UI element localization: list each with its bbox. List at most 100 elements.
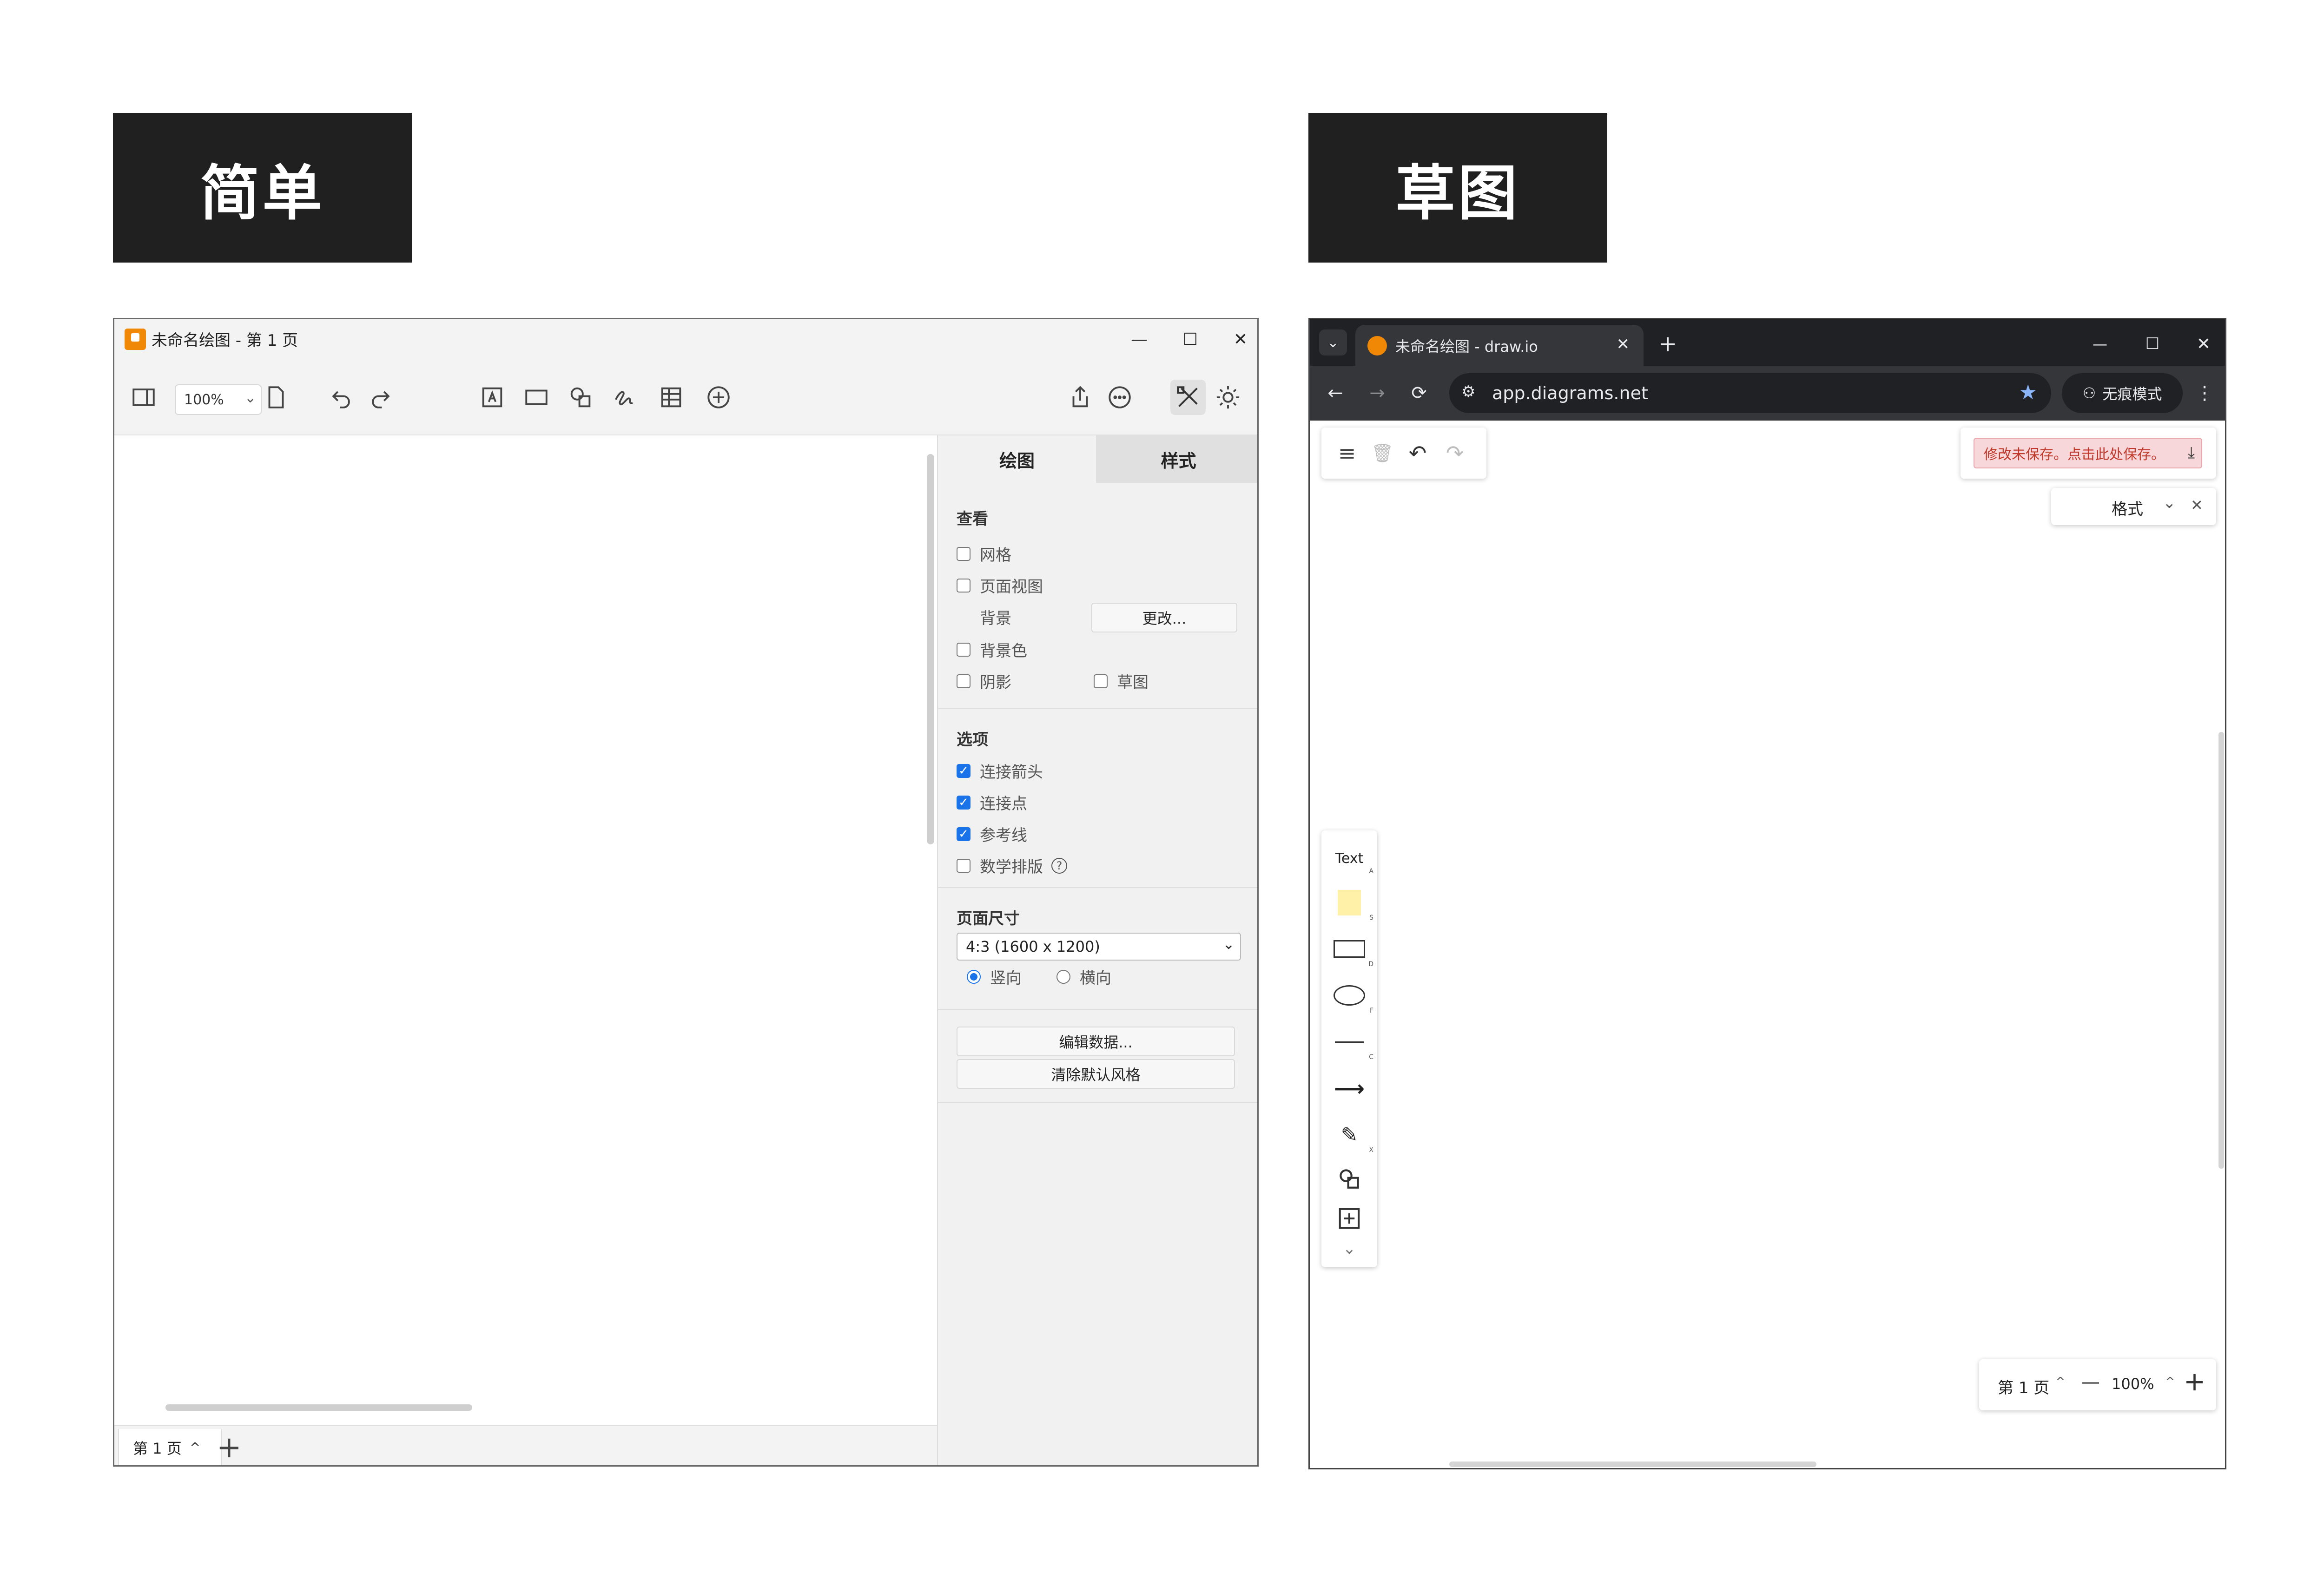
rectangle-tool[interactable]: D <box>1321 928 1377 970</box>
landscape-radio[interactable] <box>1056 969 1070 984</box>
check-icon[interactable]: ✓ <box>957 827 971 841</box>
more-icon[interactable] <box>1102 380 1137 415</box>
math-option[interactable]: 数学排版 ? <box>957 854 1067 877</box>
background-color-checkbox[interactable] <box>957 642 971 657</box>
sketch-checkbox[interactable] <box>1094 674 1108 688</box>
page-tab[interactable]: 第 1 页 ^ <box>118 1429 222 1465</box>
chevron-up-icon[interactable]: ^ <box>2165 1375 2175 1389</box>
shadow-option[interactable]: 阴影 <box>957 670 1011 692</box>
maximize-button[interactable]: ☐ <box>1167 324 1214 355</box>
text-icon[interactable] <box>475 380 510 415</box>
ellipse-tool[interactable]: F <box>1321 974 1377 1016</box>
page-selector[interactable]: 第 1 页 <box>1998 1375 2049 1398</box>
share-icon[interactable] <box>1063 380 1098 415</box>
minimize-button[interactable]: — <box>2079 328 2121 360</box>
drawing-canvas[interactable] <box>114 435 933 1425</box>
zoom-value: 100% <box>184 391 224 408</box>
close-button[interactable]: ✕ <box>1217 324 1257 355</box>
grid-checkbox[interactable] <box>957 546 971 561</box>
horizontal-scrollbar-thumb[interactable] <box>1449 1462 1816 1467</box>
connect-arrows-option[interactable]: ✓ 连接箭头 <box>957 759 1043 782</box>
help-icon[interactable]: ? <box>1051 857 1067 874</box>
browser-tab[interactable]: 未命名绘图 - draw.io ✕ <box>1355 325 1644 367</box>
unsaved-changes-notice[interactable]: 修改未保存。点击此处保存。 ⤓ <box>1974 438 2202 468</box>
rectangle-icon[interactable] <box>519 380 554 415</box>
theme-icon[interactable] <box>1210 380 1246 415</box>
minimize-button[interactable]: — <box>1116 324 1162 355</box>
guides-option[interactable]: ✓ 参考线 <box>957 823 1027 845</box>
freehand-icon[interactable] <box>607 380 642 415</box>
undo-icon[interactable]: ↶ <box>1402 438 1433 468</box>
tab-close-icon[interactable]: ✕ <box>1617 335 1630 354</box>
format-dropdown[interactable]: 格式 ⌄ ✕ <box>2051 488 2216 525</box>
background-color-option[interactable]: 背景色 <box>957 638 1027 661</box>
portrait-option[interactable]: 竖向 <box>967 965 1022 988</box>
check-icon[interactable]: ✓ <box>957 795 971 810</box>
shapes-tool[interactable] <box>1321 1160 1377 1198</box>
freehand-icon: ✎ <box>1340 1123 1358 1147</box>
insert-tool[interactable] <box>1321 1200 1377 1237</box>
expand-tools-chevron-icon[interactable]: ⌄ <box>1321 1235 1377 1263</box>
options-heading: 选项 <box>957 731 988 749</box>
site-info-icon[interactable]: ⚙ <box>1461 382 1475 401</box>
tab-style[interactable]: 样式 <box>1096 435 1257 483</box>
grid-option[interactable]: 网格 <box>957 542 1011 565</box>
arrow-tool[interactable]: ⟶ <box>1321 1067 1377 1109</box>
reload-icon[interactable]: ⟳ <box>1403 377 1435 409</box>
math-checkbox[interactable] <box>957 858 971 873</box>
shapes-icon[interactable] <box>563 380 598 415</box>
menu-icon[interactable]: ≡ <box>1332 438 1362 468</box>
zoom-out-button[interactable]: — <box>2081 1371 2100 1393</box>
freehand-tool[interactable]: ✎ X <box>1321 1114 1377 1156</box>
note-tool[interactable]: S <box>1321 882 1377 923</box>
vertical-scrollbar-thumb[interactable] <box>2218 732 2224 1169</box>
delete-icon[interactable]: 🗑 <box>1367 438 1398 468</box>
zoom-in-button[interactable]: + <box>2184 1367 2205 1397</box>
line-tool[interactable]: C <box>1321 1021 1377 1063</box>
horizontal-scrollbar[interactable] <box>165 1404 472 1411</box>
drawing-canvas[interactable]: ≡ 🗑 ↶ ↷ 修改未保存。点击此处保存。 ⤓ 格式 ⌄ ✕ Text A S … <box>1310 421 2225 1468</box>
sketch-option[interactable]: 草图 <box>1094 670 1149 692</box>
sidebar-toggle-icon[interactable] <box>126 380 161 415</box>
back-icon[interactable]: ← <box>1319 377 1352 409</box>
bookmark-star-icon[interactable]: ★ <box>2019 381 2037 404</box>
tab-diagram[interactable]: 绘图 <box>938 435 1096 483</box>
connection-points-option[interactable]: ✓ 连接点 <box>957 791 1027 814</box>
browser-menu-icon[interactable]: ⋮ <box>2191 377 2218 409</box>
drawio-logo-icon <box>1367 336 1387 356</box>
landscape-option[interactable]: 横向 <box>1056 965 1111 988</box>
chevron-down-icon[interactable]: ⌄ <box>2163 494 2176 512</box>
check-icon[interactable]: ✓ <box>957 764 971 778</box>
edit-data-button[interactable]: 编辑数据... <box>957 1027 1235 1056</box>
shadow-checkbox[interactable] <box>957 674 971 688</box>
page-size-select[interactable]: 4:3 (1600 x 1200) ⌄ <box>957 933 1241 961</box>
page-view-option[interactable]: 页面视图 <box>957 574 1043 597</box>
redo-icon[interactable] <box>363 380 398 415</box>
address-bar[interactable]: ⚙ app.diagrams.net ★ <box>1449 373 2051 413</box>
new-tab-button[interactable]: + <box>1651 328 1684 360</box>
text-tool[interactable]: Text A <box>1321 840 1377 877</box>
clear-default-style-button[interactable]: 清除默认风格 <box>957 1059 1235 1089</box>
maximize-button[interactable]: ☐ <box>2132 328 2173 360</box>
forward-icon[interactable]: → <box>1361 377 1393 409</box>
page-view-checkbox[interactable] <box>957 578 971 592</box>
page-icon[interactable] <box>258 380 294 415</box>
vertical-scrollbar[interactable] <box>927 454 934 844</box>
format-panel-icon[interactable] <box>1170 380 1206 415</box>
ellipse-icon <box>1334 985 1365 1006</box>
redo-icon[interactable]: ↷ <box>1439 438 1470 468</box>
tab-search-icon[interactable]: ⌄ <box>1319 329 1347 356</box>
chevron-up-icon[interactable]: ^ <box>2055 1375 2066 1389</box>
portrait-radio[interactable] <box>967 969 981 984</box>
zoom-value[interactable]: 100% <box>2112 1375 2154 1393</box>
undo-icon[interactable] <box>324 380 359 415</box>
add-page-button[interactable]: + <box>217 1430 242 1465</box>
close-icon[interactable]: ✕ <box>2191 496 2203 514</box>
page-size-section: 页面尺寸 4:3 (1600 x 1200) ⌄ 竖向 横向 <box>938 887 1257 1010</box>
change-background-button[interactable]: 更改... <box>1091 603 1237 632</box>
incognito-badge[interactable]: ⚇ 无痕模式 <box>2062 373 2183 413</box>
zoom-select[interactable]: 100% ⌄ <box>175 384 262 415</box>
close-button[interactable]: ✕ <box>2183 328 2225 360</box>
insert-icon[interactable] <box>701 380 736 415</box>
table-icon[interactable] <box>654 380 689 415</box>
